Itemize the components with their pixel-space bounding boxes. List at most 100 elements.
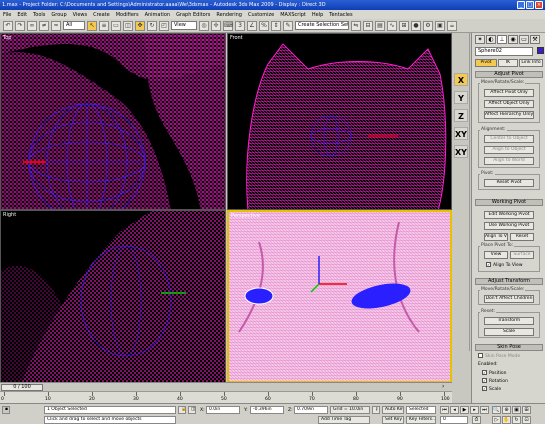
use-working-pivot-button[interactable]: Use Working Pivot [484,222,534,230]
zoom-all-icon[interactable]: ⊕ [502,406,511,414]
play-icon[interactable]: ▶ [460,406,469,414]
reset-working-pivot-button[interactable]: Reset [510,233,534,241]
select-object-icon[interactable]: ↖ [87,20,97,31]
go-to-end-icon[interactable]: ⏭ [480,406,489,414]
menu-rendering[interactable]: Rendering [216,12,242,18]
align-to-object-button[interactable]: Align to Object [484,146,534,154]
align-to-world-button[interactable]: Align to World [484,157,534,165]
select-manipulate-icon[interactable]: ✢ [211,20,221,31]
zoom-extents-icon[interactable]: ▣ [512,406,521,414]
track-bar[interactable]: 0 10 20 30 40 50 60 70 80 90 100 [0,391,452,403]
maxscript-listener-icon[interactable]: ▪ [2,406,10,414]
render-frame-icon[interactable]: ▣ [435,20,445,31]
fov-icon[interactable]: ▷ [492,416,501,424]
selection-filter-dropdown[interactable]: All [63,21,85,30]
menu-animation[interactable]: Animation [145,12,171,18]
adjust-pivot-rollout[interactable]: Adjust Pivot [475,71,543,78]
skin-pose-mode-checkbox[interactable]: Skin Pose Mode [478,353,520,359]
reset-transform-button[interactable]: Transform [484,317,534,325]
schematic-view-icon[interactable]: ⊞ [399,20,409,31]
create-tab-icon[interactable]: ✶ [475,35,485,44]
skin-pose-rollout[interactable]: Skin Pose [475,344,543,351]
menu-create[interactable]: Create [93,12,110,18]
pivot-center-icon[interactable]: ◎ [199,20,209,31]
viewport-label-top[interactable]: Top [3,35,11,41]
object-name-field[interactable]: Sphere02 [475,47,533,56]
viewport-front[interactable]: Front [227,33,452,210]
percent-snap-icon[interactable]: % [259,20,269,31]
pivot-tab[interactable]: Pivot [475,59,497,67]
bind-spacewarp-icon[interactable]: ≈ [51,20,61,31]
set-key-icon[interactable]: ⚷ [372,406,380,414]
go-to-start-icon[interactable]: ⏮ [440,406,449,414]
region-select-icon[interactable]: ▭ [111,20,121,31]
viewport-top[interactable]: Top [0,33,226,210]
key-mode-dropdown[interactable]: Selected [406,406,436,414]
axis-xy-button[interactable]: XY [454,127,468,140]
z-coord-field[interactable]: 0.709in [294,406,328,414]
scale-checkbox[interactable]: ✓ Scale [482,386,501,392]
orbit-icon[interactable]: ↻ [512,416,521,424]
menu-modifiers[interactable]: Modifiers [116,12,139,18]
ik-tab[interactable]: IK [498,59,518,67]
menu-edit[interactable]: Edit [17,12,27,18]
viewport-label-right[interactable]: Right [3,212,16,218]
material-editor-icon[interactable]: ● [411,20,421,31]
absolute-mode-icon[interactable]: ◫ [188,406,196,414]
select-rotate-icon[interactable]: ↻ [147,20,157,31]
snaps-toggle-icon[interactable]: 3 [235,20,245,31]
close-button[interactable]: × [535,1,543,9]
next-frame-button-icon[interactable]: ▸ [470,406,479,414]
lock-selection-icon[interactable]: 🔒 [178,406,186,414]
position-checkbox[interactable]: ✓ Position [482,370,507,376]
time-config-icon[interactable]: ⏱ [472,416,481,424]
curve-editor-icon[interactable]: ∿ [387,20,397,31]
reset-scale-button[interactable]: Scale [484,328,534,336]
undo-icon[interactable]: ↶ [3,20,13,31]
menu-customize[interactable]: Customize [248,12,274,18]
redo-icon[interactable]: ↷ [15,20,25,31]
zoom-extents-all-icon[interactable]: ⊞ [522,406,531,414]
affect-object-only-button[interactable]: Affect Object Only [484,100,534,108]
zoom-icon[interactable]: 🔍 [492,406,501,414]
window-crossing-icon[interactable]: ◫ [123,20,133,31]
hierarchy-tab-icon[interactable]: ⊥ [497,35,507,44]
layer-manager-icon[interactable]: ▤ [375,20,385,31]
render-setup-icon[interactable]: ⚙ [423,20,433,31]
previous-frame-icon[interactable]: ◂ [450,406,459,414]
next-frame-icon[interactable]: › [442,384,450,391]
viewport-label-perspective[interactable]: Perspective [231,213,260,219]
time-slider[interactable]: 0 / 100 [1,384,43,391]
angle-snap-icon[interactable]: ∠ [247,20,257,31]
motion-tab-icon[interactable]: ◉ [508,35,518,44]
select-move-icon[interactable]: ✥ [135,20,145,31]
viewport-perspective[interactable]: Perspective [227,210,452,383]
display-tab-icon[interactable]: ▭ [519,35,529,44]
modify-tab-icon[interactable]: ◐ [486,35,496,44]
axis-xy-flyout-button[interactable]: XY [454,145,468,158]
place-pivot-view-button[interactable]: View [484,251,508,259]
axis-z-button[interactable]: Z [454,109,468,122]
x-coord-field[interactable]: 0.0in [206,406,240,414]
key-filters-button[interactable]: Key Filters... [406,416,436,424]
keyboard-shortcut-icon[interactable]: ⌨ [223,20,233,31]
mirror-icon[interactable]: ⇋ [351,20,361,31]
viewport-label-front[interactable]: Front [230,35,243,41]
menu-tools[interactable]: Tools [33,12,45,18]
spinner-snap-icon[interactable]: ⇕ [271,20,281,31]
center-to-object-button[interactable]: Center to Object [484,135,534,143]
menu-help[interactable]: Help [312,12,323,18]
menu-views[interactable]: Views [73,12,87,18]
affect-pivot-only-button[interactable]: Affect Pivot Only [484,89,534,97]
quick-render-icon[interactable]: ☕ [447,20,457,31]
pan-icon[interactable]: ✋ [502,416,511,424]
named-sel-edit-icon[interactable]: ✎ [283,20,293,31]
align-to-view-button[interactable]: Align To View [484,233,508,241]
link-info-tab[interactable]: Link Info [519,59,543,67]
place-pivot-surface-button[interactable]: Surface [510,251,534,259]
select-by-name-icon[interactable]: ≡ [99,20,109,31]
y-coord-field[interactable]: -0.396in [250,406,284,414]
maximize-viewport-icon[interactable]: ⊡ [522,416,531,424]
object-color-swatch[interactable] [537,47,544,54]
auto-key-button[interactable]: Auto Key [382,406,404,414]
